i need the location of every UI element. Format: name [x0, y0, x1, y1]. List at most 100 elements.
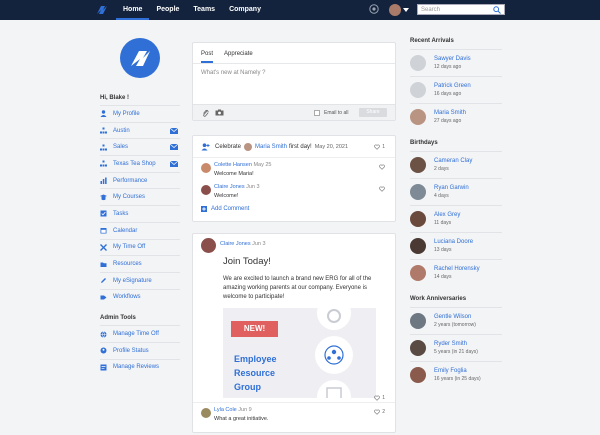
nav-company[interactable]: Company: [222, 0, 268, 20]
namely-logo-icon: [131, 51, 150, 66]
heart-icon[interactable]: [374, 144, 381, 150]
person-avatar[interactable]: [410, 265, 426, 281]
tab-appreciate[interactable]: Appreciate: [224, 51, 253, 63]
mail-icon[interactable]: [170, 161, 178, 168]
person-avatar[interactable]: [410, 313, 426, 329]
search-icon[interactable]: [493, 6, 501, 14]
sidebar-link-label: Sales: [113, 144, 129, 151]
share-button[interactable]: Share: [359, 108, 387, 117]
attachment-icon[interactable]: [202, 109, 209, 117]
person-name[interactable]: Sawyer Davis: [434, 56, 471, 62]
sidebar-link[interactable]: Performance: [100, 171, 180, 189]
sidebar-link-label: Tasks: [113, 210, 129, 217]
sidebar-link[interactable]: Profile Status: [100, 341, 180, 359]
commenter-name[interactable]: Lyla Cole: [214, 407, 237, 413]
celebrated-avatar[interactable]: [244, 143, 253, 151]
network-icon: [315, 336, 353, 374]
person-name[interactable]: Patrick Green: [434, 83, 471, 89]
gear-icon: [317, 308, 351, 330]
person-name[interactable]: Rachel Horensky: [434, 266, 480, 272]
new-tag: NEW!: [231, 321, 278, 337]
email-all-label: Email to all: [324, 110, 349, 116]
commenter-avatar[interactable]: [201, 185, 211, 195]
org-icon: [100, 127, 107, 134]
sidebar-link[interactable]: My Courses: [100, 188, 180, 205]
sidebar-link[interactable]: Texas Tea Shop: [100, 155, 180, 172]
settings-icon[interactable]: [369, 4, 379, 14]
person-item: Gentle Wilson 2 years (tomorrow): [410, 307, 502, 334]
namely-logo-icon[interactable]: [95, 3, 109, 17]
person-name[interactable]: Gentle Wilson: [434, 314, 476, 320]
commenter-avatar[interactable]: [201, 408, 211, 418]
chevron-down-icon[interactable]: [403, 8, 409, 13]
sidebar-link[interactable]: Manage Time Off: [100, 325, 180, 342]
person-avatar[interactable]: [410, 184, 426, 200]
person-avatar[interactable]: [410, 238, 426, 254]
user-avatar[interactable]: [389, 4, 401, 16]
author-avatar[interactable]: [201, 238, 216, 253]
person-avatar[interactable]: [410, 55, 426, 71]
nav-home[interactable]: Home: [116, 0, 150, 20]
mail-icon[interactable]: [170, 144, 178, 151]
search-input[interactable]: Search: [417, 4, 505, 15]
celebrated-name[interactable]: Maria Smith: [255, 144, 287, 150]
nav-teams[interactable]: Teams: [186, 0, 222, 20]
person-avatar[interactable]: [410, 109, 426, 125]
author-name[interactable]: Claire Jones: [220, 241, 251, 247]
tasks-icon: [100, 210, 107, 217]
sidebar-link[interactable]: Austin: [100, 121, 180, 139]
admin-tools-title: Admin Tools: [100, 315, 136, 322]
sidebar-link[interactable]: Tasks: [100, 205, 180, 222]
person-name[interactable]: Ryder Smith: [434, 341, 478, 347]
person-avatar[interactable]: [410, 340, 426, 356]
sidebar-link[interactable]: My Profile: [100, 105, 180, 122]
add-person-icon: [201, 143, 210, 151]
sidebar-link-label: Texas Tea Shop: [113, 160, 156, 167]
sidebar-link[interactable]: Calendar: [100, 221, 180, 239]
add-comment-button[interactable]: Add Comment: [193, 202, 395, 216]
camera-icon[interactable]: [215, 109, 224, 116]
person-name[interactable]: Ryan Garwin: [434, 185, 469, 191]
commenter-name[interactable]: Claire Jones: [214, 184, 245, 190]
celebrate-date: May 20, 2021: [314, 144, 349, 150]
person-avatar[interactable]: [410, 157, 426, 173]
pen-icon: [101, 278, 106, 284]
sidebar-link[interactable]: My eSignature: [100, 271, 180, 289]
post-input[interactable]: What's new at Namely ?: [193, 64, 395, 102]
banner-line: Resource: [234, 368, 276, 378]
commenter-avatar[interactable]: [201, 163, 211, 173]
sidebar-link[interactable]: Resources: [100, 255, 180, 272]
nav-people[interactable]: People: [149, 0, 186, 20]
comment-time: Jun 9: [238, 407, 252, 413]
comment-text: Welcome!: [214, 193, 239, 199]
person-name[interactable]: Cameran Clay: [434, 158, 472, 164]
heart-icon[interactable]: [374, 395, 381, 401]
mail-icon[interactable]: [170, 127, 178, 134]
person-name[interactable]: Emily Foglia: [434, 368, 481, 374]
comment-item: Colette Hansen May 25 Welcome Maria!: [193, 158, 395, 180]
person-subtext: 16 years (in 25 days): [434, 376, 481, 382]
composer-toolbar: Email to all Share: [193, 104, 395, 120]
person-item: Ryder Smith 5 years (in 21 days): [410, 334, 502, 361]
sidebar-link-label: My Profile: [113, 110, 140, 117]
person-avatar[interactable]: [410, 82, 426, 98]
person-avatar[interactable]: [410, 211, 426, 227]
commenter-name[interactable]: Colette Hansen: [214, 162, 252, 168]
left-sidebar: Hi, Blake ! My Profile Austin Sales Texas T…: [100, 38, 180, 375]
heart-icon[interactable]: [379, 186, 385, 192]
email-all-checkbox[interactable]: [314, 110, 320, 116]
comment-time: May 25: [253, 162, 272, 168]
sidebar-link[interactable]: My Time Off: [100, 238, 180, 256]
person-name[interactable]: Luciana Doore: [434, 239, 473, 245]
status-icon: [100, 347, 107, 354]
sidebar-link[interactable]: Manage Reviews: [100, 358, 180, 376]
person-name[interactable]: Maria Smith: [434, 110, 466, 116]
person-name[interactable]: Alex Grey: [434, 212, 460, 218]
person-avatar[interactable]: [410, 367, 426, 383]
sidebar-link[interactable]: Workflows: [100, 288, 180, 306]
sidebar-link[interactable]: Sales: [100, 138, 180, 155]
heart-icon[interactable]: [379, 164, 385, 170]
sidebar-link-label: My eSignature: [113, 277, 152, 284]
heart-icon[interactable]: [374, 409, 381, 415]
tab-post[interactable]: Post: [201, 51, 214, 63]
